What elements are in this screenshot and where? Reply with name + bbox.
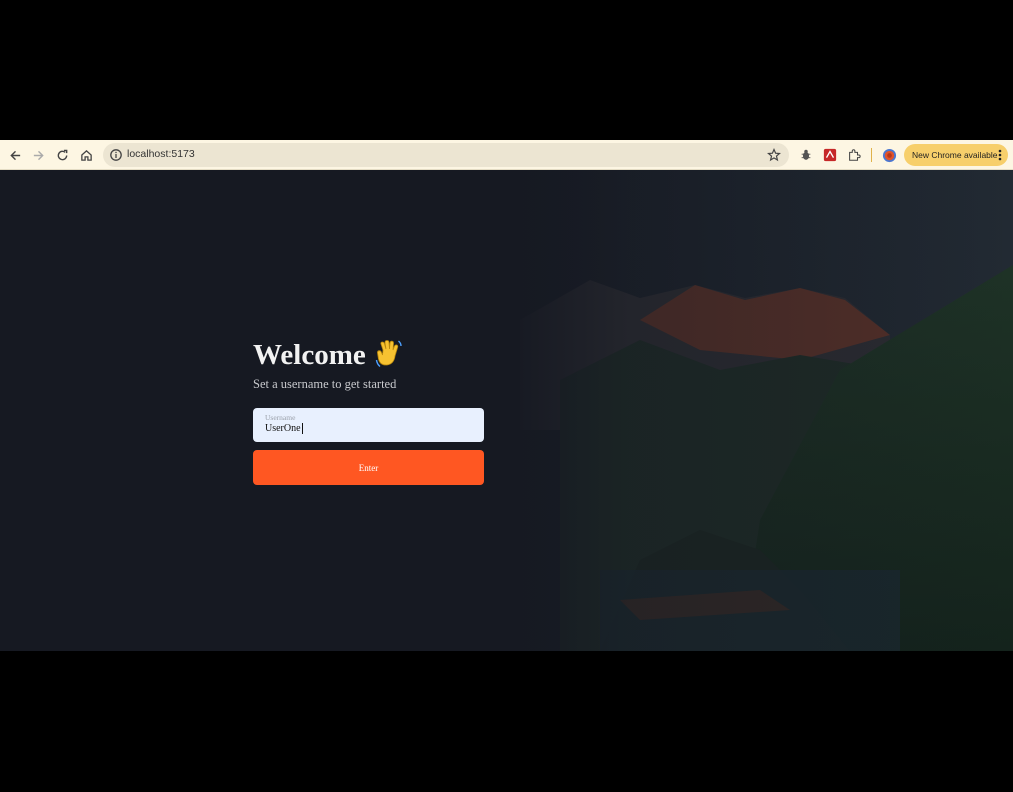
username-input[interactable]: UserOne — [265, 423, 303, 434]
browser-window: localhost:5173 New Chrome available Welc… — [0, 140, 1013, 651]
url-text[interactable]: localhost:5173 — [127, 148, 195, 160]
waving-hand-icon — [375, 340, 402, 368]
profile-avatar-icon[interactable] — [881, 147, 897, 163]
page-subtitle: Set a username to get started — [253, 377, 397, 391]
site-info-icon[interactable] — [109, 148, 123, 162]
update-chrome-button[interactable]: New Chrome available — [904, 144, 1008, 166]
update-chrome-label: New Chrome available — [912, 150, 998, 160]
username-value: UserOne — [265, 423, 301, 434]
forward-arrow-icon[interactable] — [29, 146, 47, 164]
reload-icon[interactable] — [53, 146, 71, 164]
home-icon[interactable] — [77, 146, 95, 164]
red-extension-icon[interactable] — [822, 147, 838, 163]
kebab-menu-icon[interactable] — [998, 149, 1002, 161]
puzzle-extensions-icon[interactable] — [846, 147, 862, 163]
back-arrow-icon[interactable] — [6, 146, 24, 164]
browser-toolbar: localhost:5173 New Chrome available — [0, 140, 1013, 170]
mountain-background-image — [0, 170, 1013, 651]
username-label: Username — [265, 413, 296, 422]
bug-extension-icon[interactable] — [798, 147, 814, 163]
login-page: Welcome Set a username to get started Us… — [0, 170, 1013, 651]
enter-button[interactable]: Enter — [253, 450, 484, 485]
text-caret — [301, 423, 303, 434]
bookmark-star-icon[interactable] — [767, 148, 781, 162]
toolbar-divider — [871, 148, 872, 162]
page-title: Welcome — [253, 339, 366, 371]
address-bar[interactable]: localhost:5173 — [103, 143, 789, 167]
username-field[interactable]: Username UserOne — [253, 408, 484, 442]
